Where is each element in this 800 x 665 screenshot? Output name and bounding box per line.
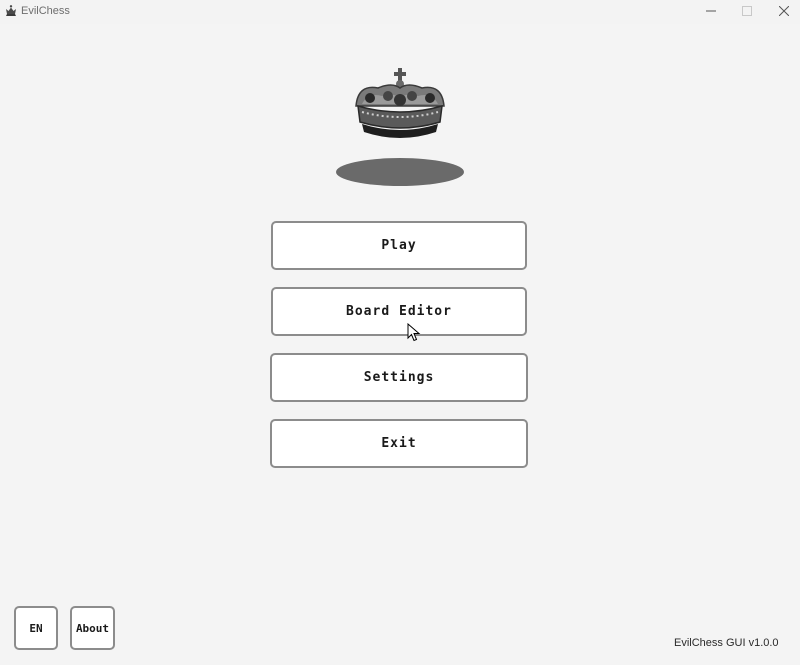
settings-button-label: Settings — [363, 370, 435, 385]
app-window: EvilChess Play Board Editor Settings Exi… — [0, 0, 800, 665]
version-label: EvilChess GUI v1.0.0 — [674, 637, 779, 649]
about-button-label: About — [75, 621, 110, 635]
play-button[interactable]: Play — [271, 221, 527, 270]
about-button[interactable]: About — [70, 606, 115, 650]
exit-button-label: Exit — [381, 436, 417, 451]
crown-icon — [355, 68, 445, 138]
board-editor-button[interactable]: Board Editor — [271, 287, 527, 336]
language-button[interactable]: EN — [14, 606, 58, 650]
maximize-button[interactable] — [729, 0, 765, 22]
close-button[interactable] — [766, 0, 800, 22]
title-bar[interactable]: EvilChess — [0, 0, 800, 24]
close-icon — [779, 6, 789, 16]
minimize-icon — [706, 10, 716, 12]
logo-shadow — [336, 158, 464, 186]
language-button-label: EN — [29, 621, 43, 635]
window-title: EvilChess — [21, 5, 70, 17]
minimize-button[interactable] — [693, 0, 729, 22]
mouse-cursor-icon — [407, 323, 421, 342]
play-button-label: Play — [381, 238, 417, 253]
exit-button[interactable]: Exit — [270, 419, 528, 468]
maximize-icon — [742, 6, 752, 16]
board-editor-button-label: Board Editor — [346, 304, 452, 319]
settings-button[interactable]: Settings — [270, 353, 528, 402]
chess-king-icon — [6, 5, 16, 16]
